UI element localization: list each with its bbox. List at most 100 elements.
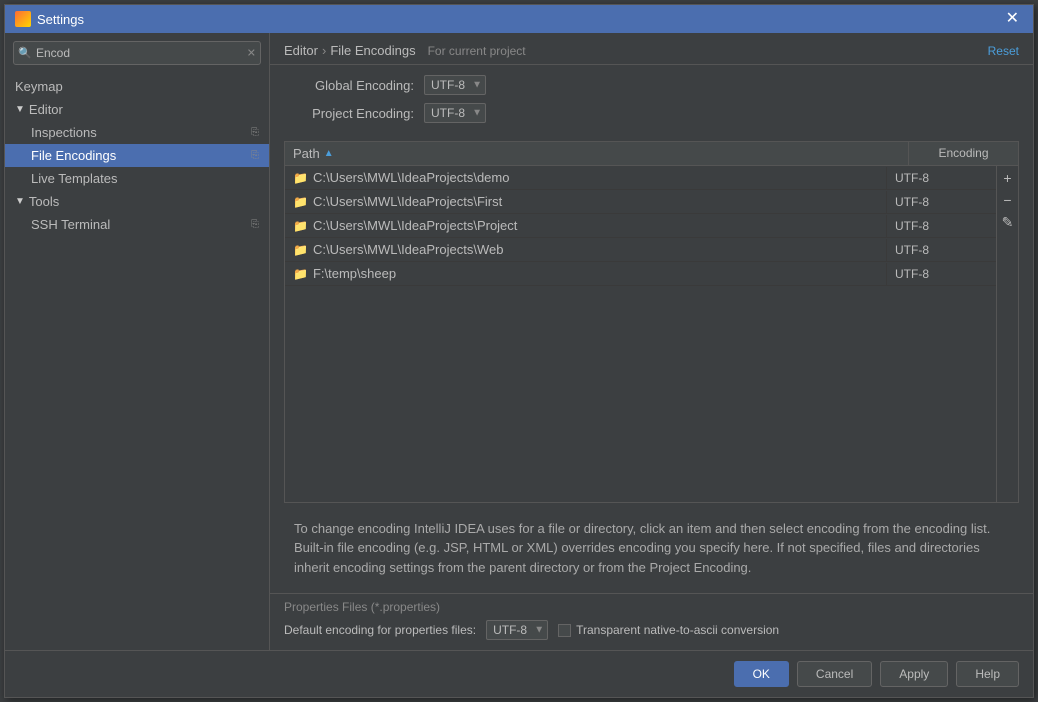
default-encoding-select[interactable]: UTF-8 [486, 620, 548, 640]
for-project-label: For current project [428, 44, 526, 58]
search-icon: 🔍 [18, 47, 32, 60]
cell-path-0: 📁 C:\Users\MWL\IdeaProjects\demo [285, 166, 886, 189]
cell-path-4: 📁 F:\temp\sheep [285, 262, 886, 285]
folder-icon-2: 📁 [293, 219, 308, 233]
settings-dialog: Settings ✕ 🔍 ✕ Keymap ▼ Editor [4, 4, 1034, 698]
table-row[interactable]: 📁 C:\Users\MWL\IdeaProjects\Project UTF-… [285, 214, 996, 238]
folder-icon-3: 📁 [293, 243, 308, 257]
cell-path-3: 📁 C:\Users\MWL\IdeaProjects\Web [285, 238, 886, 261]
table-header: Path ▲ Encoding [285, 142, 1018, 166]
cell-path-1: 📁 C:\Users\MWL\IdeaProjects\First [285, 190, 886, 213]
path-value-3: C:\Users\MWL\IdeaProjects\Web [313, 242, 503, 257]
table-content: 📁 C:\Users\MWL\IdeaProjects\demo UTF-8 📁… [285, 166, 996, 502]
cell-encoding-3: UTF-8 [886, 239, 996, 261]
sidebar-tree: Keymap ▼ Editor Inspections ⎘ File Encod… [5, 73, 269, 650]
table-action-sidebar: + − ✎ [996, 166, 1018, 502]
project-encoding-select[interactable]: UTF-8 [424, 103, 486, 123]
dialog-body: 🔍 ✕ Keymap ▼ Editor Inspections ⎘ [5, 33, 1033, 650]
info-text: To change encoding IntelliJ IDEA uses fo… [294, 521, 990, 575]
title-bar-left: Settings [15, 11, 84, 27]
folder-icon: 📁 [293, 171, 308, 185]
help-button[interactable]: Help [956, 661, 1019, 687]
project-encoding-label: Project Encoding: [284, 106, 414, 121]
sidebar-item-inspections[interactable]: Inspections ⎘ [5, 121, 269, 144]
folder-icon-4: 📁 [293, 267, 308, 281]
path-value-2: C:\Users\MWL\IdeaProjects\Project [313, 218, 517, 233]
cell-encoding-2: UTF-8 [886, 215, 996, 237]
table-row[interactable]: 📁 C:\Users\MWL\IdeaProjects\Web UTF-8 [285, 238, 996, 262]
title-bar: Settings ✕ [5, 5, 1033, 33]
path-header-label: Path [293, 146, 320, 161]
info-box: To change encoding IntelliJ IDEA uses fo… [284, 511, 1019, 586]
breadcrumb: Editor › File Encodings For current proj… [284, 43, 526, 58]
window-title: Settings [37, 12, 84, 27]
remove-row-button[interactable]: − [998, 190, 1018, 210]
keymap-label: Keymap [15, 79, 63, 94]
project-encoding-wrapper: UTF-8 ▼ [424, 103, 486, 123]
breadcrumb-current: File Encodings [330, 43, 415, 58]
sidebar-item-editor[interactable]: ▼ Editor [5, 98, 269, 121]
table-row[interactable]: 📁 C:\Users\MWL\IdeaProjects\demo UTF-8 [285, 166, 996, 190]
col-encoding-header: Encoding [908, 142, 1018, 165]
apply-button[interactable]: Apply [880, 661, 948, 687]
inspections-label: Inspections [31, 125, 97, 140]
breadcrumb-separator: › [322, 43, 326, 58]
transparent-checkbox[interactable] [558, 624, 571, 637]
table-wrapper: 📁 C:\Users\MWL\IdeaProjects\demo UTF-8 📁… [285, 166, 1018, 502]
sidebar-item-ssh-terminal[interactable]: SSH Terminal ⎘ [5, 213, 269, 236]
encoding-section: Global Encoding: UTF-8 ▼ Project Encodin… [270, 65, 1033, 141]
global-encoding-wrapper: UTF-8 ▼ [424, 75, 486, 95]
main-header: Editor › File Encodings For current proj… [270, 33, 1033, 65]
breadcrumb-parent: Editor [284, 43, 318, 58]
col-path-header: Path ▲ [285, 142, 908, 165]
search-box: 🔍 ✕ [13, 41, 261, 65]
app-logo [15, 11, 31, 27]
cancel-button[interactable]: Cancel [797, 661, 872, 687]
transparent-label: Transparent native-to-ascii conversion [576, 623, 779, 637]
close-button[interactable]: ✕ [1002, 11, 1023, 27]
live-templates-label: Live Templates [31, 171, 117, 186]
sidebar-item-tools[interactable]: ▼ Tools [5, 190, 269, 213]
cell-encoding-0: UTF-8 [886, 167, 996, 189]
global-encoding-select[interactable]: UTF-8 [424, 75, 486, 95]
search-clear-icon[interactable]: ✕ [247, 47, 256, 60]
project-encoding-row: Project Encoding: UTF-8 ▼ [284, 103, 1019, 123]
copy-icon: ⎘ [251, 127, 259, 138]
sidebar: 🔍 ✕ Keymap ▼ Editor Inspections ⎘ [5, 33, 270, 650]
triangle-icon: ▼ [15, 104, 25, 115]
main-content: Editor › File Encodings For current proj… [270, 33, 1033, 650]
cell-encoding-4: UTF-8 [886, 263, 996, 285]
global-encoding-label: Global Encoding: [284, 78, 414, 93]
copy-icon-2: ⎘ [251, 150, 259, 161]
add-row-button[interactable]: + [998, 168, 1018, 188]
transparent-checkbox-wrapper[interactable]: Transparent native-to-ascii conversion [558, 623, 779, 637]
editor-group-label: Editor [29, 102, 63, 117]
cell-encoding-1: UTF-8 [886, 191, 996, 213]
global-encoding-row: Global Encoding: UTF-8 ▼ [284, 75, 1019, 95]
path-value-4: F:\temp\sheep [313, 266, 396, 281]
dialog-footer: OK Cancel Apply Help [5, 650, 1033, 697]
table-row[interactable]: 📁 F:\temp\sheep UTF-8 [285, 262, 996, 286]
cell-path-2: 📁 C:\Users\MWL\IdeaProjects\Project [285, 214, 886, 237]
path-value-1: C:\Users\MWL\IdeaProjects\First [313, 194, 502, 209]
default-encoding-wrapper: UTF-8 ▼ [486, 620, 548, 640]
properties-section-label: Properties Files (*.properties) [284, 600, 1019, 614]
ok-button[interactable]: OK [734, 661, 789, 687]
table-row[interactable]: 📁 C:\Users\MWL\IdeaProjects\First UTF-8 [285, 190, 996, 214]
tools-triangle-icon: ▼ [15, 196, 25, 207]
tools-group-label: Tools [29, 194, 59, 209]
search-input[interactable] [13, 41, 261, 65]
reset-link[interactable]: Reset [988, 44, 1019, 58]
path-value-0: C:\Users\MWL\IdeaProjects\demo [313, 170, 510, 185]
folder-icon-1: 📁 [293, 195, 308, 209]
sidebar-item-keymap[interactable]: Keymap [5, 75, 269, 98]
file-encodings-label: File Encodings [31, 148, 116, 163]
sidebar-item-file-encodings[interactable]: File Encodings ⎘ [5, 144, 269, 167]
ssh-terminal-label: SSH Terminal [31, 217, 110, 232]
default-encoding-label: Default encoding for properties files: [284, 623, 476, 637]
properties-section: Properties Files (*.properties) Default … [270, 593, 1033, 650]
sort-arrow-icon: ▲ [324, 148, 334, 159]
sidebar-item-live-templates[interactable]: Live Templates [5, 167, 269, 190]
copy-icon-3: ⎘ [251, 219, 259, 230]
edit-row-button[interactable]: ✎ [998, 212, 1018, 232]
